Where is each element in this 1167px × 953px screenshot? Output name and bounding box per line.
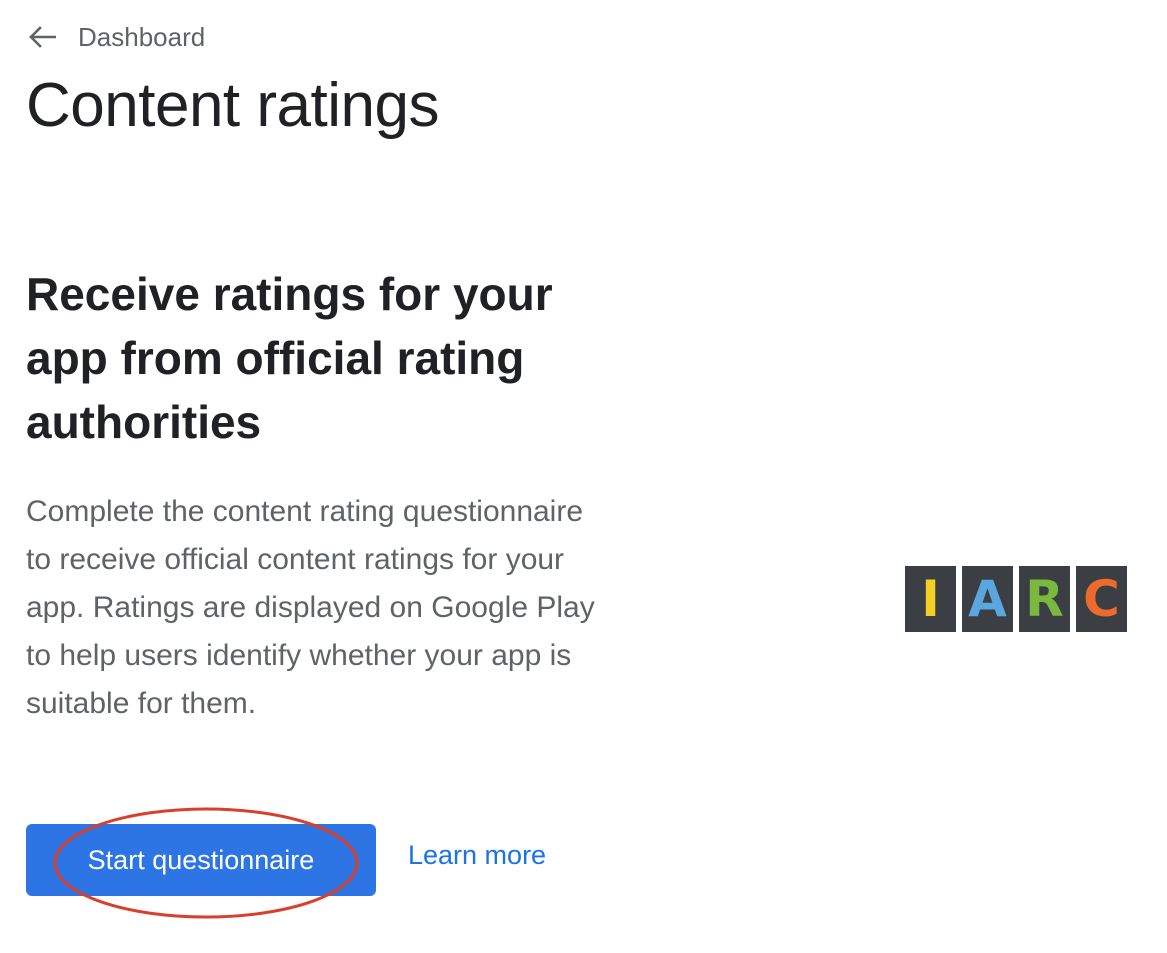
iarc-logo-tile: A [962,566,1013,632]
start-questionnaire-button[interactable]: Start questionnaire [26,824,376,896]
arrow-left-icon [28,22,58,52]
back-to-dashboard-link[interactable]: Dashboard [28,18,205,56]
section-description: Complete the content rating questionnair… [26,495,595,720]
iarc-logo-tile: C [1076,566,1127,632]
iarc-logo-tile: R [1019,566,1070,632]
page-title: Content ratings [26,71,439,140]
iarc-letter: A [968,570,1007,628]
iarc-logo-tile: I [905,566,956,632]
iarc-letter: R [1025,570,1064,628]
iarc-letter: C [1083,570,1120,628]
back-link-label: Dashboard [78,21,206,52]
learn-more-link[interactable]: Learn more [408,840,546,871]
section-heading: Receive ratings for your app from offici… [26,268,553,448]
iarc-logo: I A R C [905,566,1127,632]
iarc-letter: I [921,570,940,628]
